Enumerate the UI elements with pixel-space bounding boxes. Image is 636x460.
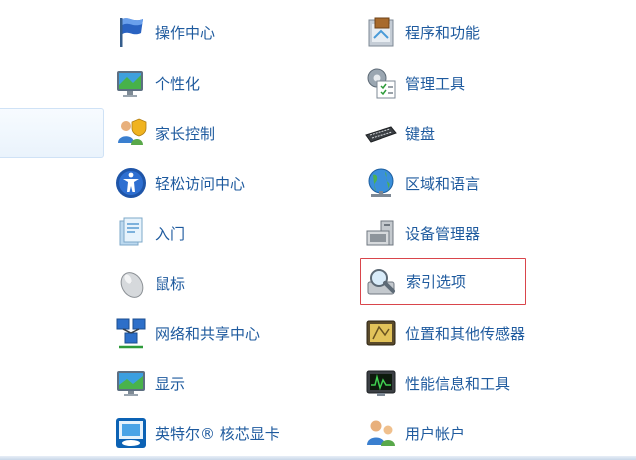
getting-started-icon [119,217,143,246]
item-label: 轻松访问中心 [155,174,246,193]
item-label: 鼠标 [155,274,186,293]
item-label: 键盘 [405,124,436,143]
admin-tools-icon [367,68,396,99]
item-location-sensors[interactable]: 位置和其他传感器 [363,311,525,355]
accessibility-icon [116,168,146,198]
item-label: 网络和共享中心 [155,324,261,343]
item-getting-started[interactable]: 入门 [113,211,185,255]
item-label: 操作中心 [155,23,216,42]
item-ease-of-access[interactable]: 轻松访问中心 [113,161,245,205]
item-label: 区域和语言 [405,174,481,193]
item-programs-features[interactable]: 程序和功能 [363,10,480,54]
globe-icon [368,168,394,197]
item-admin-tools[interactable]: 管理工具 [363,61,465,105]
item-label: 性能信息和工具 [405,374,511,393]
item-label: 管理工具 [405,74,466,93]
parental-controls-icon [118,118,147,145]
item-label: 家长控制 [155,124,216,143]
item-label: 显示 [155,374,186,393]
item-network-sharing[interactable]: 网络和共享中心 [113,311,260,355]
item-label: 英特尔® 核芯显卡 [155,424,280,443]
item-label: 位置和其他传感器 [405,324,526,343]
window-bottom-edge [0,456,636,460]
item-user-accounts[interactable]: 用户帐户 [363,411,465,455]
item-parental-controls[interactable]: 家长控制 [113,111,215,155]
item-intel-graphics[interactable]: 英特尔® 核芯显卡 [113,411,280,455]
user-accounts-icon [367,420,395,446]
performance-icon [366,370,396,396]
mouse-icon [120,272,144,298]
item-display[interactable]: 显示 [113,361,185,405]
sensor-icon [366,320,396,346]
item-label: 设备管理器 [405,224,481,243]
intel-graphics-icon [116,418,146,448]
item-label: 索引选项 [406,273,467,291]
control-panel-grid: 操作中心 个性化 家长控制 轻松访问中心 入门 鼠标 网络和共享中心 显示 英特… [0,0,636,460]
device-manager-icon [366,220,394,246]
flag-icon [120,18,143,47]
item-action-center[interactable]: 操作中心 [113,10,215,54]
item-label: 个性化 [155,74,201,93]
item-mouse[interactable]: 鼠标 [113,261,185,305]
item-keyboard[interactable]: 键盘 [363,111,435,155]
magnifier-icon [367,268,395,294]
item-label: 用户帐户 [405,424,466,443]
personalization-icon [117,71,143,97]
item-indexing-options[interactable]: 索引选项 [360,258,526,305]
item-label: 入门 [155,224,186,243]
item-device-manager[interactable]: 设备管理器 [363,211,480,255]
display-icon [117,371,145,396]
item-label: 程序和功能 [405,23,481,42]
network-icon [116,318,146,349]
programs-icon [368,17,394,47]
item-region-language[interactable]: 区域和语言 [363,161,480,205]
keyboard-icon [365,126,397,143]
item-performance[interactable]: 性能信息和工具 [363,361,510,405]
item-personalization[interactable]: 个性化 [113,61,200,105]
